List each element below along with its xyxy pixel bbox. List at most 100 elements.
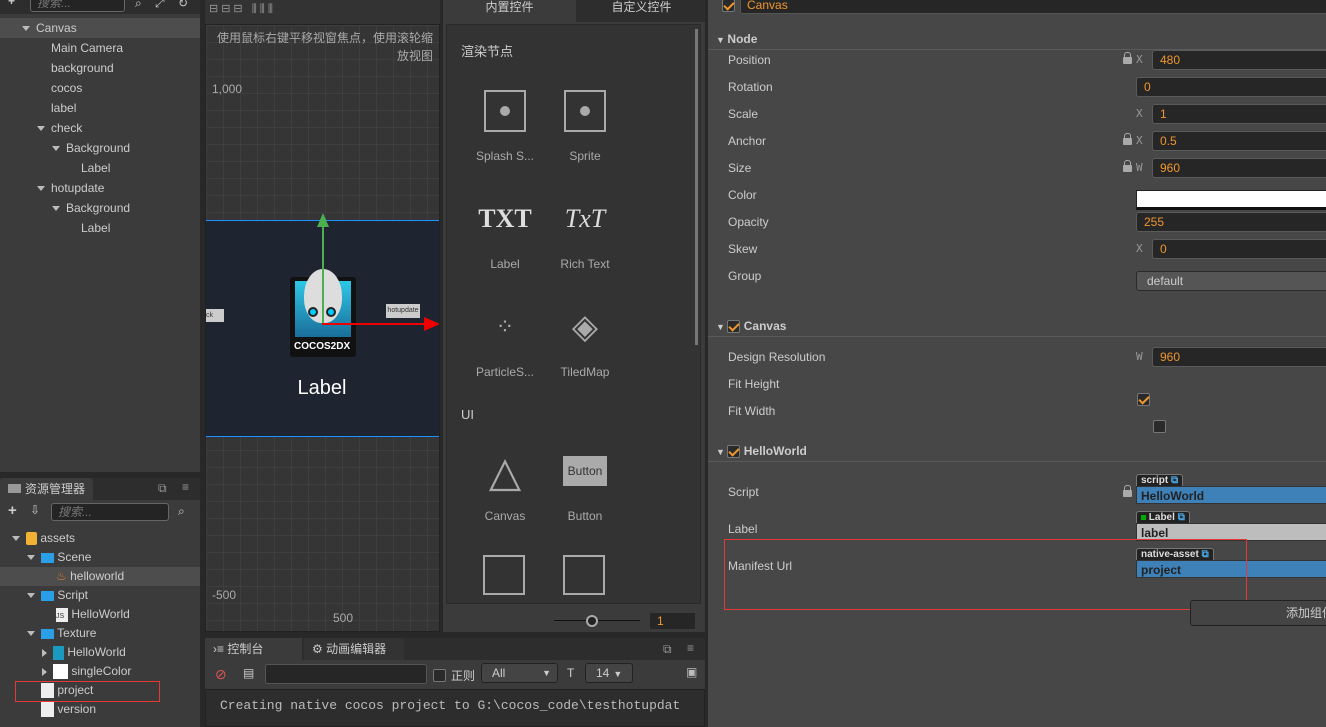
search-icon[interactable]: ⌕ — [178, 504, 185, 519]
hierarchy-node[interactable]: check — [0, 118, 200, 138]
scene-viewport[interactable]: 使用鼠标右键平移视窗焦点，使用滚轮缩放视图 1,000 -500 500 COC… — [205, 24, 440, 632]
menu-icon[interactable]: ≡ — [687, 641, 694, 655]
assets-search-input[interactable]: 搜索... — [51, 503, 169, 521]
label-node-field[interactable]: Label ⧉ label — [1136, 509, 1326, 541]
clear-icon[interactable]: ⊘ — [215, 666, 227, 683]
zoom-input[interactable]: 1 — [650, 613, 695, 629]
expand-triangle-icon[interactable] — [22, 26, 30, 32]
hierarchy-node[interactable]: hotupdate — [0, 178, 200, 198]
helloworld-section-header[interactable]: ▼ HelloWorld — [708, 440, 1326, 462]
prop-size-input[interactable]: 960 — [1152, 158, 1326, 178]
asset-item[interactable]: Texture — [0, 624, 200, 643]
widget-scrollbar[interactable] — [695, 29, 698, 345]
expand-triangle-icon[interactable] — [37, 186, 45, 192]
lock-icon[interactable] — [1123, 52, 1132, 64]
widget-canvas[interactable]: △ Canvas — [465, 441, 545, 524]
node-active-checkbox[interactable] — [722, 0, 735, 13]
refresh-icon[interactable]: ↻ — [178, 0, 188, 10]
x-gizmo-axis[interactable] — [322, 323, 427, 325]
helloworld-enabled-checkbox[interactable] — [727, 445, 741, 459]
color-picker[interactable] — [1136, 190, 1326, 210]
tab-console[interactable]: ›≡ 控制台 — [205, 638, 302, 660]
console-filter-input[interactable] — [265, 664, 427, 684]
log-level-select[interactable]: All ▼ — [481, 663, 558, 683]
fit-width-checkbox[interactable] — [1153, 419, 1167, 433]
collapse-triangle-icon[interactable] — [42, 648, 47, 657]
expand-triangle-icon[interactable] — [27, 593, 35, 599]
y-gizmo-axis[interactable] — [322, 221, 324, 324]
expand-triangle-icon[interactable] — [12, 536, 20, 542]
hierarchy-node[interactable]: label — [0, 98, 200, 118]
widget-tiledmap[interactable]: ◈ TiledMap — [545, 297, 625, 379]
widget-label-txt[interactable]: TXT Label — [465, 189, 545, 271]
collapse-log-icon[interactable]: ▣ — [686, 665, 697, 679]
hierarchy-node[interactable]: cocos — [0, 78, 200, 98]
canvas-section-header[interactable]: ▼ Canvas — [708, 315, 1326, 337]
expand-triangle-icon[interactable] — [37, 126, 45, 132]
scrollview-icon[interactable] — [563, 555, 605, 595]
fit-height-checkbox[interactable] — [1137, 392, 1150, 406]
collapse-icon[interactable]: ⤢ — [155, 0, 165, 11]
zoom-slider-handle[interactable] — [586, 615, 598, 627]
regex-checkbox[interactable] — [433, 669, 446, 683]
add-component-button[interactable]: 添加组件 — [1190, 600, 1326, 626]
hotupdate-button-node[interactable]: hotupdate — [386, 304, 420, 318]
hierarchy-node[interactable]: Canvas — [0, 18, 200, 38]
expand-triangle-icon[interactable] — [52, 206, 60, 212]
collapse-triangle-icon[interactable] — [42, 667, 47, 676]
search-icon[interactable]: ⌕ — [135, 0, 142, 11]
asset-item[interactable]: HelloWorld — [0, 643, 200, 662]
script-asset-field[interactable]: script ⧉ HelloWorld — [1136, 472, 1326, 504]
node-section-header[interactable]: ▼ Node — [708, 28, 1326, 50]
widget-sprite[interactable]: Sprite — [545, 81, 625, 163]
prop-scale-input[interactable]: 1 — [1152, 104, 1326, 124]
node-name-input[interactable]: Canvas — [740, 0, 1326, 14]
lock-icon[interactable] — [1123, 133, 1132, 145]
assets-tab[interactable]: 资源管理器 — [0, 478, 94, 500]
widget-particle[interactable]: ⁘ ParticleS... — [465, 297, 545, 379]
align-toolbar-icons[interactable]: ⊟⊟⊟ ⫼⫼⫼ — [209, 2, 276, 16]
hierarchy-search-input[interactable]: 搜索... — [30, 0, 125, 12]
tab-builtin-widgets[interactable]: 内置控件 — [443, 0, 576, 22]
asset-item[interactable]: Scene — [0, 548, 200, 567]
asset-item[interactable]: ♨ helloworld — [0, 567, 200, 586]
prop-opacity-input[interactable]: 255 — [1136, 212, 1326, 232]
canvas-area[interactable]: COCOS2DX ck hotupdate Label — [206, 213, 439, 437]
add-asset-icon[interactable]: + — [8, 502, 17, 519]
expand-triangle-icon[interactable] — [52, 146, 60, 152]
hierarchy-node[interactable]: Label — [0, 158, 200, 178]
canvas-enabled-checkbox[interactable] — [727, 320, 741, 334]
widget-button[interactable]: Button Button — [545, 441, 625, 523]
tab-custom-widgets[interactable]: 自定义控件 — [578, 0, 705, 22]
sort-icon[interactable]: ⇩ — [30, 503, 40, 517]
design-resolution-width-input[interactable]: 960 — [1152, 347, 1326, 367]
canvas-label-text[interactable]: Label — [276, 377, 368, 400]
expand-triangle-icon[interactable] — [27, 555, 35, 561]
log-file-icon[interactable]: ▤ — [243, 666, 254, 680]
popout-icon[interactable]: ⧉ — [158, 481, 167, 496]
font-size-select[interactable]: 14 ▼ — [585, 663, 633, 683]
external-link-icon[interactable]: ⧉ — [1171, 475, 1178, 486]
asset-item[interactable]: Script — [0, 586, 200, 605]
asset-item[interactable]: project — [0, 681, 200, 702]
widget-richtext[interactable]: TxT Rich Text — [545, 189, 625, 271]
add-icon[interactable]: + — [8, 0, 15, 8]
prop-position-input[interactable]: 480 — [1152, 50, 1326, 70]
hierarchy-node[interactable]: Background — [0, 138, 200, 158]
hierarchy-node[interactable]: Background — [0, 198, 200, 218]
asset-item[interactable]: JS HelloWorld — [0, 605, 200, 624]
menu-icon[interactable]: ≡ — [182, 480, 189, 494]
external-link-icon[interactable]: ⧉ — [1178, 512, 1185, 523]
prop-rotation-input[interactable]: 0 — [1136, 77, 1326, 97]
prop-skew-input[interactable]: 0 — [1152, 239, 1326, 259]
layout-icon[interactable] — [483, 555, 525, 595]
x-gizmo-arrow-icon[interactable] — [424, 317, 439, 331]
hierarchy-node[interactable]: background — [0, 58, 200, 78]
lock-icon[interactable] — [1123, 160, 1132, 172]
asset-item[interactable]: version — [0, 700, 200, 719]
asset-item[interactable]: assets — [0, 529, 200, 548]
hierarchy-node[interactable]: Main Camera — [0, 38, 200, 58]
group-select[interactable]: default — [1136, 271, 1326, 291]
expand-triangle-icon[interactable] — [27, 631, 35, 637]
hierarchy-node[interactable]: Label — [0, 218, 200, 238]
